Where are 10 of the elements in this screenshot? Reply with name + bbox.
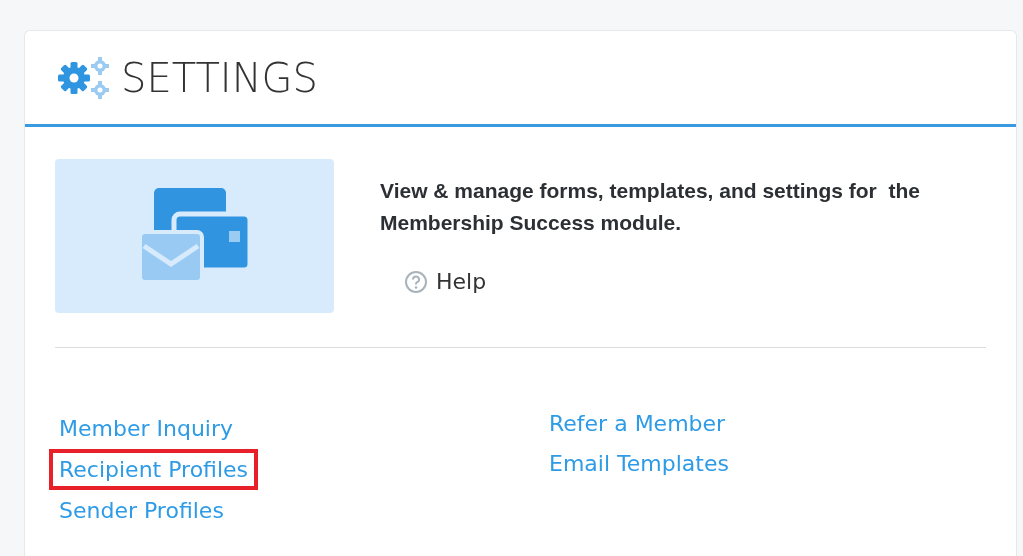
page-title: SETTINGS bbox=[121, 53, 318, 103]
settings-link[interactable]: Sender Profiles bbox=[49, 490, 234, 531]
settings-link[interactable]: Email Templates bbox=[539, 444, 739, 484]
module-description: View & manage forms, templates, and settings for the Membership Success module. bbox=[380, 178, 921, 236]
settings-link[interactable]: Refer a Member bbox=[539, 404, 736, 444]
gears-icon bbox=[55, 54, 111, 101]
settings-link[interactable]: Recipient Profiles bbox=[49, 449, 259, 490]
help-link[interactable]: Help bbox=[404, 265, 487, 298]
settings-link[interactable]: Member Inquiry bbox=[49, 408, 243, 449]
help-icon bbox=[404, 269, 428, 294]
